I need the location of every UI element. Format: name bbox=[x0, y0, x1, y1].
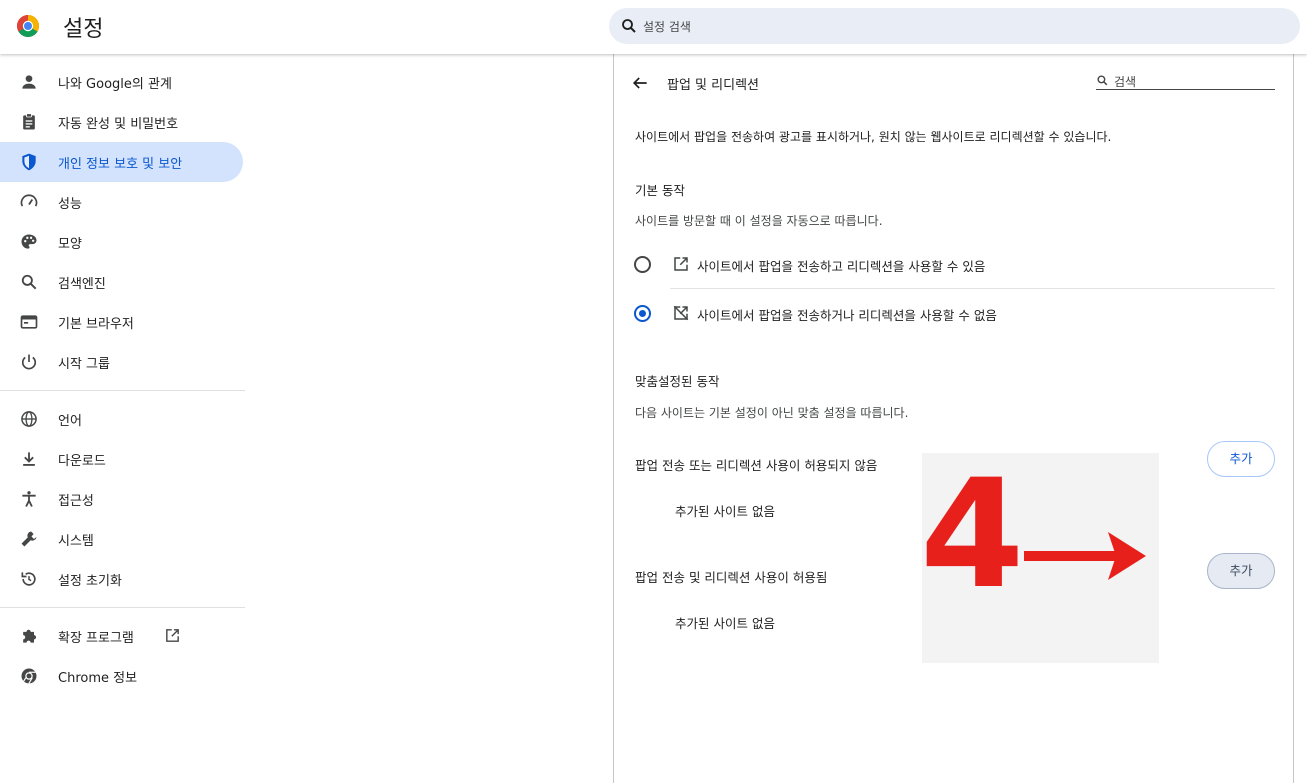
search-placeholder: 검색 bbox=[1114, 75, 1137, 89]
content-card-edge bbox=[1293, 54, 1294, 783]
browser-icon bbox=[20, 315, 38, 329]
sidebar-item-performance[interactable]: 성능 bbox=[0, 182, 243, 222]
chrome-icon bbox=[21, 668, 37, 684]
sidebar-item-you-and-google[interactable]: 나와 Google의 관계 bbox=[0, 62, 243, 102]
clipboard-icon bbox=[23, 113, 35, 130]
popup-blocked-icon bbox=[673, 305, 689, 321]
sidebar-item-label: 언어 bbox=[58, 414, 82, 429]
sidebar-item-label: 자동 완성 및 비밀번호 bbox=[58, 117, 179, 132]
settings-search-input[interactable]: 설정 검색 bbox=[609, 8, 1300, 44]
search-placeholder: 설정 검색 bbox=[643, 20, 691, 34]
sidebar-item-label: 검색엔진 bbox=[58, 277, 106, 292]
sidebar-item-extensions[interactable]: 확장 프로그램 bbox=[0, 616, 243, 656]
sidebar-item-label: 접근성 bbox=[58, 494, 94, 509]
default-behavior-subtitle: 사이트를 방문할 때 이 설정을 자동으로 따릅니다. bbox=[635, 214, 883, 228]
custom-behavior-title: 맞춤설정된 동작 bbox=[635, 374, 720, 389]
chrome-logo-icon bbox=[17, 15, 39, 37]
option-block-label[interactable]: 사이트에서 팝업을 전송하거나 리디렉션을 사용할 수 없음 bbox=[697, 305, 997, 324]
globe-icon bbox=[21, 411, 37, 427]
sidebar-item-label: Chrome 정보 bbox=[58, 671, 138, 686]
power-icon bbox=[21, 354, 37, 370]
option-allow-label[interactable]: 사이트에서 팝업을 전송하고 리디렉션을 사용할 수 있음 bbox=[697, 256, 985, 275]
accessibility-icon bbox=[22, 491, 36, 507]
sidebar-item-label: 시작 그룹 bbox=[58, 357, 110, 372]
sidebar-item-languages[interactable]: 언어 bbox=[0, 399, 243, 439]
allowed-list-empty: 추가된 사이트 없음 bbox=[675, 616, 775, 631]
sidebar-item-accessibility[interactable]: 접근성 bbox=[0, 479, 243, 519]
sidebar-item-label: 다운로드 bbox=[58, 454, 106, 469]
palette-icon bbox=[21, 234, 37, 249]
open-in-new-icon bbox=[674, 257, 688, 271]
top-bar: 설정 설정 검색 bbox=[0, 0, 1307, 54]
blocked-list-empty: 추가된 사이트 없음 bbox=[675, 504, 775, 519]
content-card-edge bbox=[613, 54, 614, 783]
page-title: 설정 bbox=[63, 17, 104, 42]
option-divider bbox=[670, 288, 1275, 289]
default-behavior-title: 기본 동작 bbox=[635, 183, 685, 198]
sidebar-item-label: 설정 초기화 bbox=[58, 574, 122, 589]
search-icon bbox=[21, 274, 37, 290]
sidebar-item-default-browser[interactable]: 기본 브라우저 bbox=[0, 302, 243, 342]
sidebar-divider bbox=[0, 390, 245, 391]
allowed-list-title: 팝업 전송 및 리디렉션 사용이 허용됨 bbox=[635, 570, 828, 585]
sidebar-item-label: 개인 정보 보호 및 보안 bbox=[58, 157, 183, 172]
annotation-arrow-icon bbox=[1024, 532, 1146, 580]
search-icon bbox=[622, 19, 636, 33]
radio-allow-popups[interactable] bbox=[634, 256, 651, 273]
sidebar-item-label: 시스템 bbox=[58, 534, 94, 549]
sidebar-divider bbox=[0, 607, 245, 608]
custom-behavior-subtitle: 다음 사이트는 기본 설정이 아닌 맞춤 설정을 따릅니다. bbox=[635, 406, 909, 420]
sidebar-item-downloads[interactable]: 다운로드 bbox=[0, 439, 243, 479]
sidebar-item-label: 성능 bbox=[58, 197, 82, 212]
sidebar-item-autofill[interactable]: 자동 완성 및 비밀번호 bbox=[0, 102, 243, 142]
sidebar-item-system[interactable]: 시스템 bbox=[0, 519, 243, 559]
speedometer-icon bbox=[20, 194, 38, 207]
wrench-icon bbox=[21, 531, 37, 547]
sidebar-item-reset[interactable]: 설정 초기화 bbox=[0, 559, 243, 599]
subpage-search-input[interactable]: 검색 bbox=[1096, 72, 1275, 90]
annotation-step-number: 4 bbox=[920, 448, 1025, 622]
sidebar-item-label: 나와 Google의 관계 bbox=[58, 77, 172, 92]
sidebar-item-on-startup[interactable]: 시작 그룹 bbox=[0, 342, 243, 382]
search-icon bbox=[1097, 75, 1108, 86]
sidebar-item-label: 기본 브라우저 bbox=[58, 317, 134, 332]
sidebar-item-privacy-security[interactable]: 개인 정보 보호 및 보안 bbox=[0, 142, 243, 182]
blocked-list-title: 팝업 전송 또는 리디렉션 사용이 허용되지 않음 bbox=[635, 458, 878, 473]
sidebar-item-label: 모양 bbox=[58, 237, 82, 252]
download-icon bbox=[23, 452, 35, 466]
back-arrow-icon[interactable] bbox=[630, 73, 650, 93]
add-allowed-site-button[interactable]: 추가 bbox=[1207, 553, 1275, 589]
sidebar-item-label: 확장 프로그램 bbox=[58, 631, 134, 646]
radio-block-popups[interactable] bbox=[634, 305, 651, 322]
sidebar-item-search-engine[interactable]: 검색엔진 bbox=[0, 262, 243, 302]
reset-icon bbox=[21, 572, 36, 586]
open-in-new-icon bbox=[166, 629, 179, 642]
add-blocked-site-button[interactable]: 추가 bbox=[1207, 441, 1275, 477]
page-description: 사이트에서 팝업을 전송하여 광고를 표시하거나, 원치 않는 웹사이트로 리디… bbox=[635, 130, 1112, 144]
sidebar-item-appearance[interactable]: 모양 bbox=[0, 222, 243, 262]
shield-icon bbox=[22, 153, 36, 171]
person-icon bbox=[22, 75, 36, 89]
sidebar-item-about-chrome[interactable]: Chrome 정보 bbox=[0, 656, 243, 696]
puzzle-icon bbox=[23, 629, 37, 643]
subpage-title: 팝업 및 리디렉션 bbox=[667, 78, 759, 93]
